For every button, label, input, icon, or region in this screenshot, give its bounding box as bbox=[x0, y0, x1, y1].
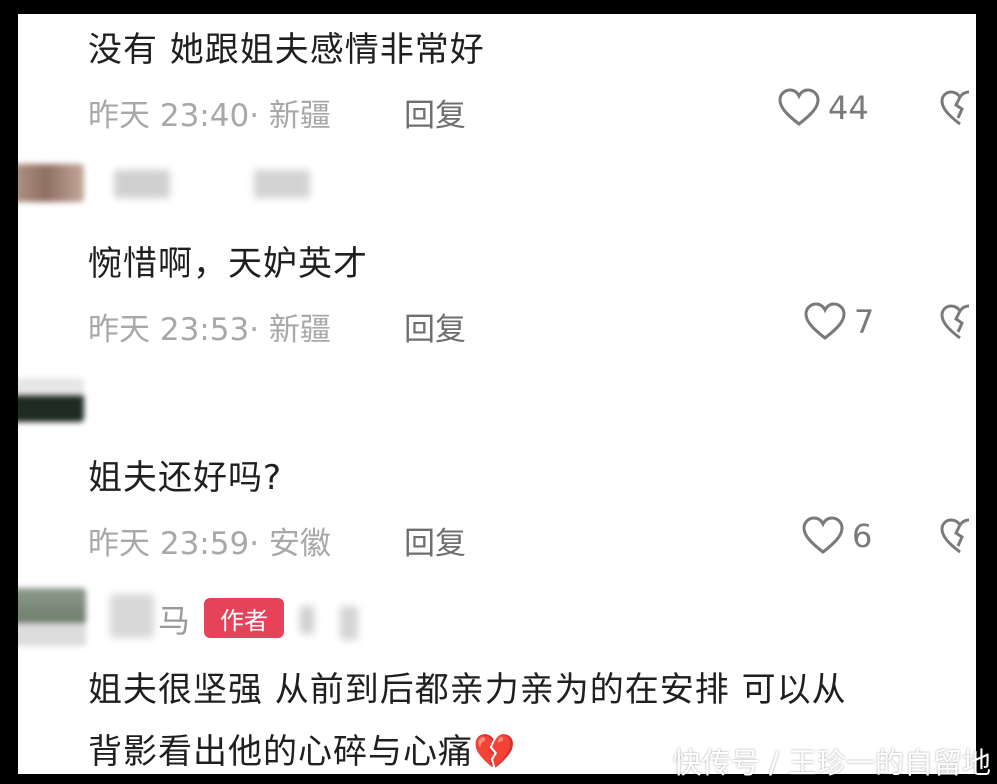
broken-heart-icon bbox=[940, 304, 970, 340]
reply-button[interactable]: 回复 bbox=[404, 304, 466, 349]
author-badge: 作者 bbox=[204, 598, 284, 638]
comment-meta: 昨天 23:59· 安徽 bbox=[88, 526, 331, 562]
username-blur bbox=[340, 606, 358, 640]
like-count: 6 bbox=[852, 517, 873, 555]
like-button[interactable]: 7 bbox=[804, 302, 874, 342]
reply-button[interactable]: 回复 bbox=[404, 90, 466, 135]
avatar[interactable] bbox=[18, 164, 84, 202]
like-button[interactable]: 44 bbox=[778, 88, 869, 128]
dislike-button[interactable] bbox=[940, 90, 976, 132]
dislike-button[interactable] bbox=[940, 304, 976, 346]
heart-icon bbox=[804, 302, 846, 340]
heart-icon bbox=[802, 516, 844, 554]
avatar[interactable] bbox=[18, 378, 84, 422]
username[interactable] bbox=[254, 170, 310, 198]
like-button[interactable]: 6 bbox=[802, 516, 872, 556]
screenshot-frame: 没有 她跟姐夫感情非常好 昨天 23:40· 新疆 回复 44 惋惜啊，天妒英才… bbox=[0, 0, 997, 784]
comment-text: 姐夫还好吗? bbox=[88, 458, 283, 498]
reply-button[interactable]: 回复 bbox=[404, 518, 466, 563]
comment-text: 姐夫很坚强 从前到后都亲力亲为的在安排 可以从 bbox=[88, 670, 847, 710]
like-count: 7 bbox=[854, 303, 875, 341]
heart-icon bbox=[778, 88, 820, 126]
broken-heart-emoji-icon: 💔 bbox=[473, 732, 517, 772]
comment-text-span: 背影看出他的心碎与心痛 bbox=[88, 732, 473, 772]
dislike-button[interactable] bbox=[940, 518, 976, 560]
watermark: 快传号 / 王珍一的自留地 bbox=[672, 746, 991, 780]
username-blur bbox=[110, 594, 154, 638]
comment-meta: 昨天 23:40· 新疆 bbox=[88, 98, 331, 134]
comment-text: 惋惜啊，天妒英才 bbox=[88, 244, 368, 284]
username[interactable] bbox=[114, 170, 170, 198]
comment-text-line2: 背影看出他的心碎与心痛💔 bbox=[88, 724, 516, 773]
comment-text: 没有 她跟姐夫感情非常好 bbox=[88, 30, 485, 70]
avatar[interactable] bbox=[18, 588, 86, 646]
comment-meta: 昨天 23:53· 新疆 bbox=[88, 312, 331, 348]
username-blur bbox=[300, 606, 314, 634]
comment-panel: 没有 她跟姐夫感情非常好 昨天 23:40· 新疆 回复 44 惋惜啊，天妒英才… bbox=[18, 14, 976, 774]
broken-heart-icon bbox=[940, 518, 970, 554]
username[interactable]: 马 bbox=[158, 596, 190, 642]
like-count: 44 bbox=[828, 89, 869, 127]
broken-heart-icon bbox=[940, 90, 970, 126]
